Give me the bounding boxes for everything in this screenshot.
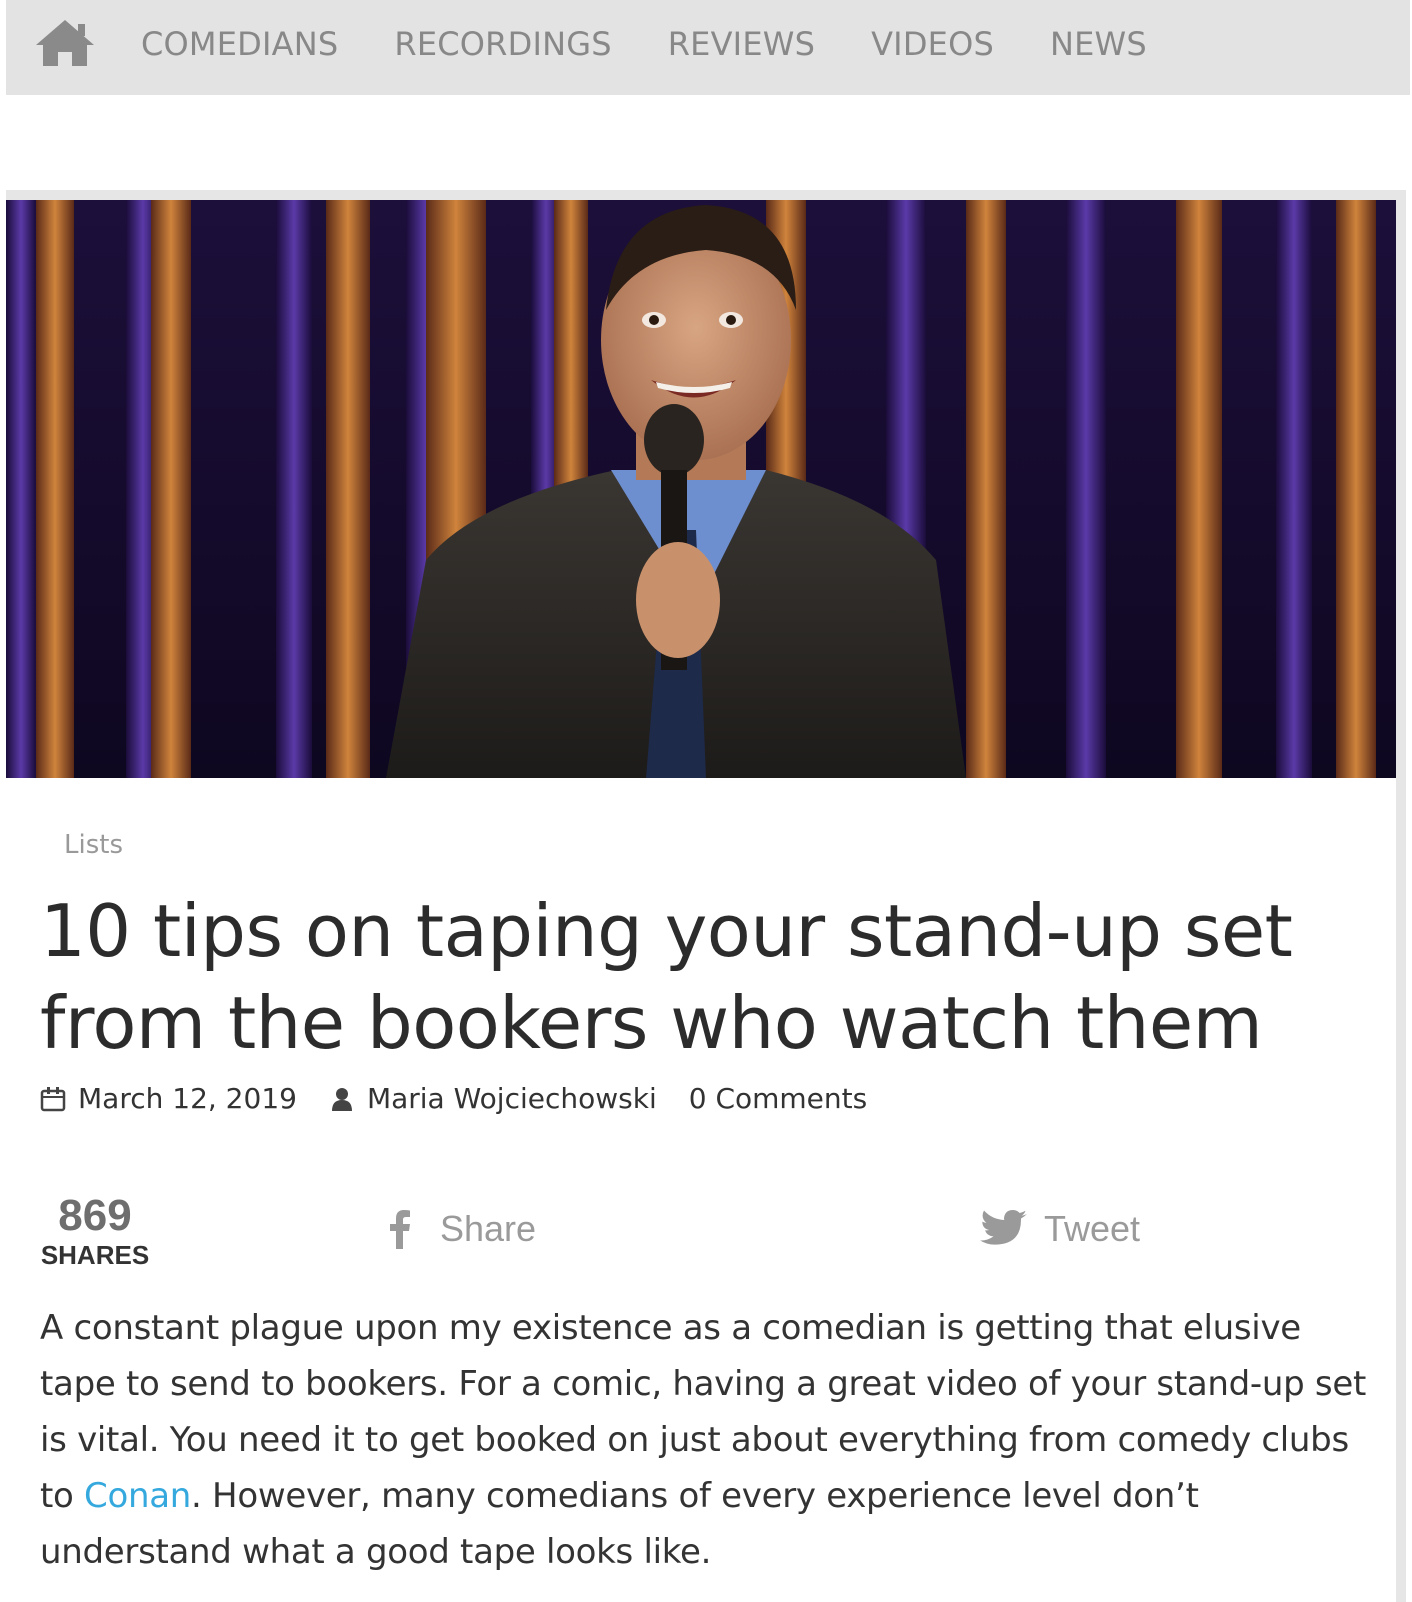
comedian-on-stage-photo <box>6 200 1396 778</box>
calendar-icon <box>40 1086 66 1111</box>
facebook-share-button[interactable]: Share <box>388 1208 536 1250</box>
article-title: 10 tips on taping your stand-up set from… <box>40 889 1293 1065</box>
article-category[interactable]: Lists <box>64 830 123 860</box>
author-group: Maria Wojciechowski <box>329 1082 657 1115</box>
article-author[interactable]: Maria Wojciechowski <box>367 1082 657 1115</box>
article-meta: March 12, 2019 Maria Wojciechowski 0 Com… <box>40 1082 899 1115</box>
hero-image <box>6 200 1396 778</box>
intro-text-end: . However, many comedians of every exper… <box>40 1476 1199 1572</box>
article-intro-paragraph: A constant plague upon my existence as a… <box>40 1300 1370 1580</box>
nav-item-recordings[interactable]: RECORDINGS <box>394 25 611 63</box>
tweet-label: Tweet <box>1044 1208 1141 1249</box>
facebook-icon <box>390 1210 410 1249</box>
home-icon[interactable] <box>34 18 96 68</box>
twitter-icon <box>980 1210 1027 1245</box>
nav-item-news[interactable]: NEWS <box>1050 25 1147 63</box>
share-count-number: 869 <box>58 1191 132 1240</box>
share-count: 869 SHARES <box>40 1191 150 1271</box>
article-frame-right <box>1396 190 1406 1602</box>
user-icon <box>331 1087 352 1111</box>
nav-item-comedians[interactable]: COMEDIANS <box>141 25 338 63</box>
top-nav: COMEDIANS RECORDINGS REVIEWS VIDEOS NEWS <box>6 0 1410 95</box>
article-comments[interactable]: 0 Comments <box>689 1082 868 1115</box>
nav-item-videos[interactable]: VIDEOS <box>871 25 994 63</box>
share-label: Share <box>440 1208 537 1249</box>
article-frame-top <box>6 190 1406 200</box>
twitter-tweet-button[interactable]: Tweet <box>980 1208 1140 1250</box>
nav-items: COMEDIANS RECORDINGS REVIEWS VIDEOS NEWS <box>141 0 1203 88</box>
conan-link[interactable]: Conan <box>84 1476 191 1516</box>
share-count-label: SHARES <box>40 1240 150 1270</box>
date-group: March 12, 2019 <box>40 1082 297 1115</box>
nav-item-reviews[interactable]: REVIEWS <box>668 25 815 63</box>
article-date: March 12, 2019 <box>78 1082 297 1115</box>
comments-group: 0 Comments <box>689 1082 868 1115</box>
